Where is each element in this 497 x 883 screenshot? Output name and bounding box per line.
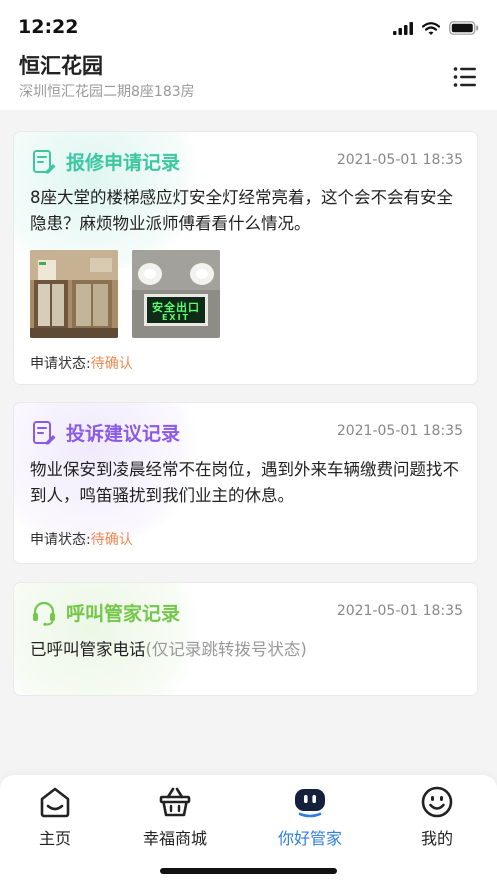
community-title: 恒汇花园 [19,54,103,78]
status-time: 12:22 [18,16,79,38]
battery-icon [449,21,479,35]
home-indicator [160,868,337,874]
status-bar: 12:22 [0,0,497,44]
address-subtitle: 深圳恒汇花园二期8座183房 [19,84,195,100]
signal-icon [393,21,413,35]
tab-label: 主页 [38,829,71,848]
card-title: 报修申请记录 [66,152,181,174]
call-record-text: 已呼叫管家电话 [30,640,146,659]
bottom-tab-bar: 主页 幸福商城 你好管家 我的 [0,775,497,883]
card-time: 2021-05-01 18:35 [336,603,463,619]
card-header: 投诉建议记录 [31,419,180,446]
photo-thumbnail-exit-sign[interactable]: 安全出口 EXIT [132,250,220,338]
card-title: 呼叫管家记录 [66,603,181,625]
repair-form-icon [33,149,56,173]
tab-mall[interactable]: 幸福商城 [113,785,237,849]
call-record-card[interactable]: 呼叫管家记录 2021-05-01 18:35 已呼叫管家电话(仅记录跳转拨号状… [13,582,478,696]
complaint-form-icon [33,420,56,444]
card-description: 已呼叫管家电话(仅记录跳转拨号状态) [30,637,465,663]
card-title: 投诉建议记录 [66,423,181,445]
card-description: 8座大堂的楼梯感应灯安全灯经常亮着，这个会不会有安全隐患？麻烦物业派师傅看看什么… [30,188,453,233]
smiley-icon [421,786,453,818]
card-header: 报修申请记录 [31,148,180,175]
request-status: 申请状态:待确认 [30,529,133,549]
tab-label: 我的 [420,829,453,848]
exit-sign-subtext: EXIT [161,313,191,322]
complaint-record-card[interactable]: 投诉建议记录 2021-05-01 18:35 物业保安到凌晨经常不在岗位，遇到… [13,402,478,564]
menu-button[interactable] [453,65,477,89]
status-label: 申请状态: [30,356,91,372]
status-label: 申请状态: [30,532,91,548]
tab-home[interactable]: 主页 [0,785,117,849]
request-status: 申请状态:待确认 [30,353,133,373]
card-time: 2021-05-01 18:35 [336,152,463,168]
call-record-note: (仅记录跳转拨号状态) [145,640,307,659]
status-icons [393,20,479,36]
basket-icon [159,787,191,817]
status-value: 待确认 [90,532,133,548]
card-time: 2021-05-01 18:35 [336,423,463,439]
headset-icon [33,601,55,626]
list-menu-icon [453,67,476,87]
home-icon [40,787,70,818]
card-description: 物业保安到凌晨经常不在岗位，遇到外来车辆缴费问题找不到人，鸣笛骚扰到我们业主的休… [30,460,459,505]
photo-thumbnail-lobby[interactable] [30,250,118,338]
status-value: 待确认 [90,356,133,372]
tab-label: 幸福商城 [142,829,207,848]
tab-profile[interactable]: 我的 [375,785,497,849]
tab-label: 你好管家 [277,829,342,848]
tab-butler[interactable]: 你好管家 [248,785,372,849]
repair-record-card[interactable]: 报修申请记录 2021-05-01 18:35 8座大堂的楼梯感应灯安全灯经常亮… [13,131,478,385]
page-header: 恒汇花园 深圳恒汇花园二期8座183房 [0,44,497,110]
card-header: 呼叫管家记录 [31,599,180,626]
robot-icon [295,789,325,818]
wifi-icon [422,21,440,35]
